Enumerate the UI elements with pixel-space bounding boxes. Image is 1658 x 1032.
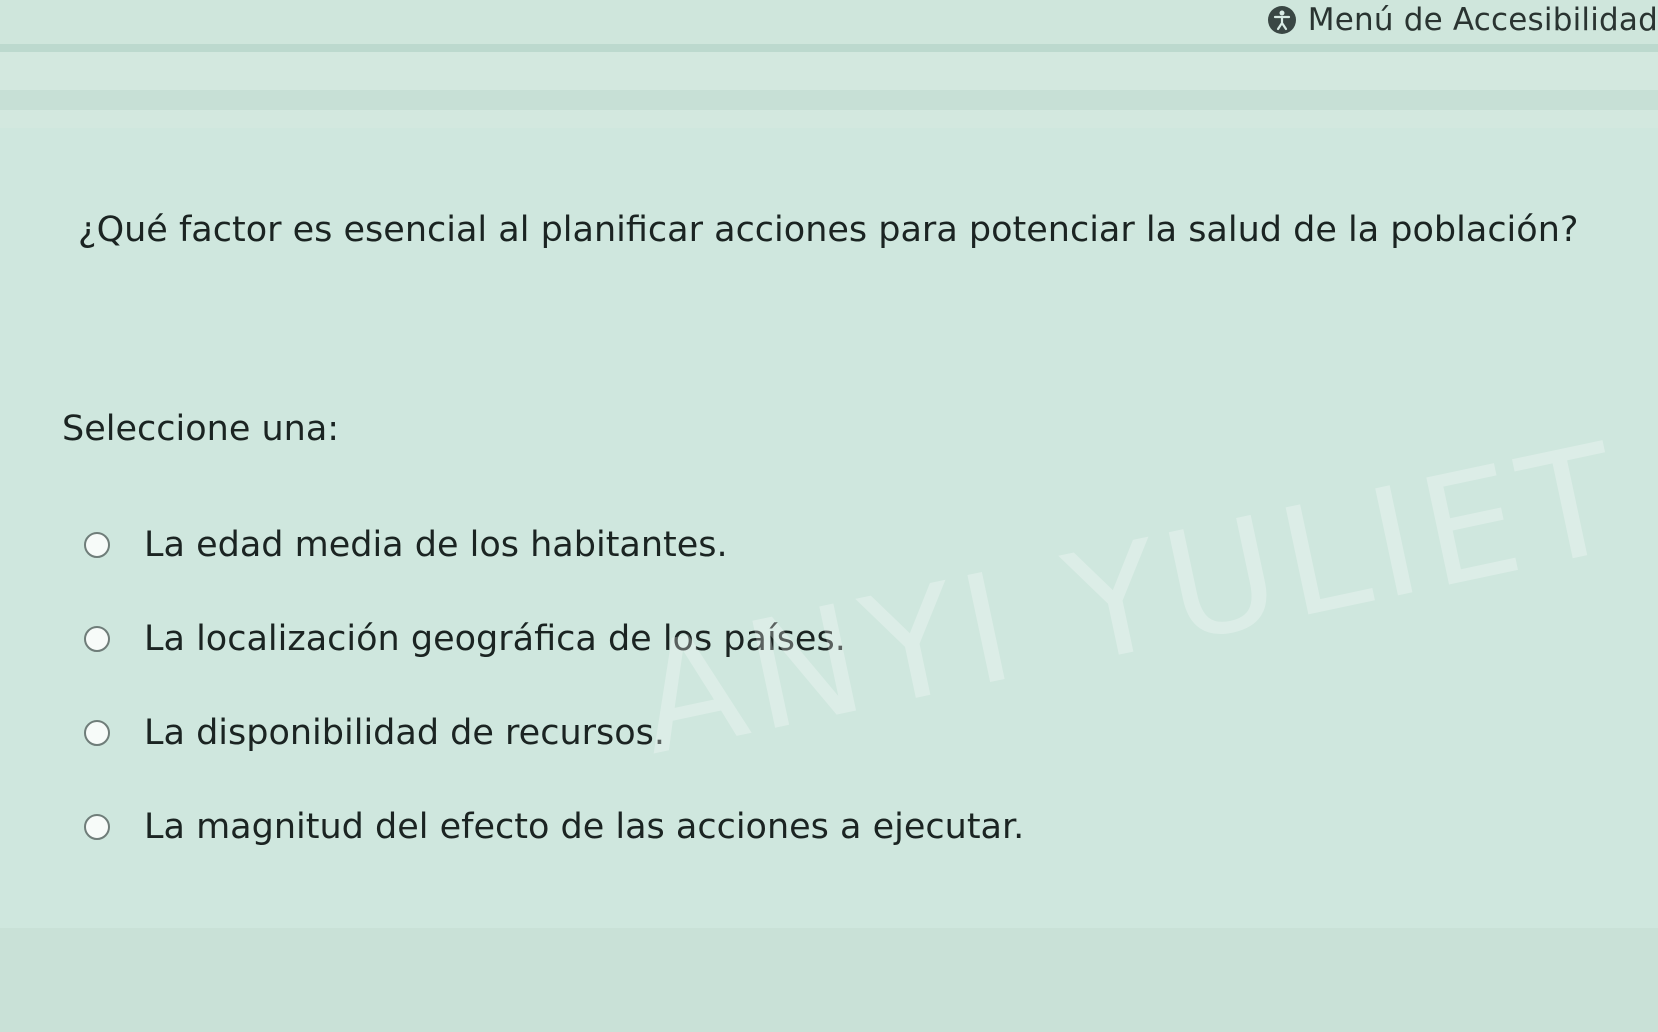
answer-option-2[interactable]: La localización geográfica de los países… (68, 592, 1024, 686)
accessibility-menu-label[interactable]: Menú de Accesibilidad (1308, 2, 1658, 38)
question-text: ¿Qué factor es esencial al planificar ac… (78, 210, 1579, 250)
answer-options: La edad media de los habitantes. La loca… (68, 498, 1024, 874)
footer-band (0, 928, 1658, 1032)
answer-option-label[interactable]: La localización geográfica de los países… (144, 619, 846, 659)
answer-option-label[interactable]: La magnitud del efecto de las acciones a… (144, 807, 1024, 847)
accessibility-menu[interactable]: Menú de Accesibilidad (1266, 0, 1658, 40)
radio-button[interactable] (84, 626, 110, 652)
select-one-prompt: Seleccione una: (62, 409, 340, 449)
answer-option-4[interactable]: La magnitud del efecto de las acciones a… (68, 780, 1024, 874)
answer-option-3[interactable]: La disponibilidad de recursos. (68, 686, 1024, 780)
radio-button[interactable] (84, 720, 110, 746)
top-divider (0, 44, 1658, 52)
answer-option-label[interactable]: La edad media de los habitantes. (144, 525, 728, 565)
radio-button[interactable] (84, 814, 110, 840)
accessibility-icon (1266, 5, 1298, 35)
answer-option-1[interactable]: La edad media de los habitantes. (68, 498, 1024, 592)
radio-button[interactable] (84, 532, 110, 558)
answer-option-label[interactable]: La disponibilidad de recursos. (144, 713, 665, 753)
header-band (0, 90, 1658, 110)
